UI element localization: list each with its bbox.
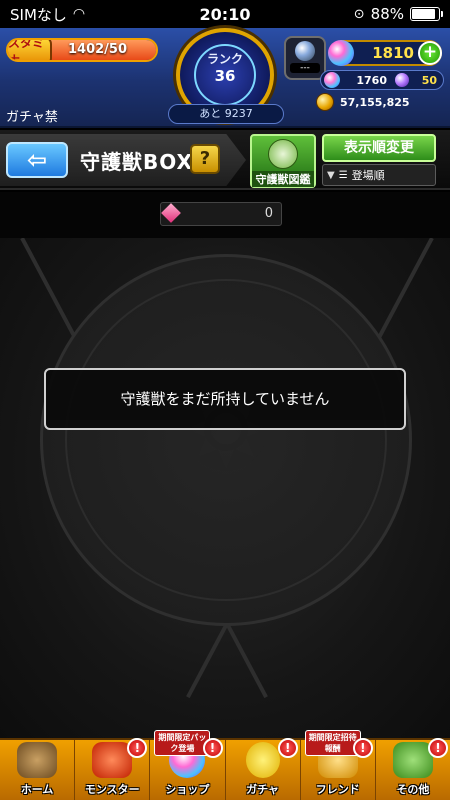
filter-icon: ▼ <box>327 169 335 181</box>
status-bar: SIMなし ◠ 20:10 ⊙ 88% <box>0 0 450 28</box>
item-slot-label: --- <box>290 63 320 73</box>
nav-friend-label: フレンド <box>315 783 360 796</box>
orb-detail: 1760 50 <box>320 70 444 90</box>
game-header: スタミナ 1402/50 ランク 36 あと 9237 --- 1810 + 1… <box>0 28 450 128</box>
gacha-icon <box>245 742 280 778</box>
counter-row: 0 <box>0 192 450 238</box>
sort-order-button[interactable]: 表示順変更 <box>322 134 436 162</box>
battery-icon <box>410 7 443 21</box>
sort-icon: ☰ <box>338 169 348 181</box>
guardian-book-button[interactable]: 守護獣図鑑 <box>250 134 316 188</box>
rotation-lock-icon: ⊙ <box>353 6 365 22</box>
question-icon <box>392 742 433 778</box>
stamina-bar[interactable]: スタミナ 1402/50 <box>6 38 158 62</box>
battery-percent: 88% <box>370 5 404 23</box>
nav-friend[interactable]: 期間限定招待報酬 ! フレンド <box>301 730 376 800</box>
nav-other[interactable]: ! その他 <box>376 738 450 800</box>
orb-free-value: 1760 <box>356 73 387 87</box>
nav-monster[interactable]: ! モンスター <box>75 738 151 800</box>
back-arrow-icon: ⇦ <box>26 146 48 174</box>
nav-home-label: ホーム <box>20 783 54 796</box>
sort-current: 登場順 <box>351 169 385 182</box>
sort-selector[interactable]: ▼ ☰ 登場順 <box>322 164 436 186</box>
stamina-label: スタミナ <box>8 40 52 60</box>
guardian-list-area: ❂ 守護獣をまだ所持していません <box>0 238 450 738</box>
stamina-value: 1402/50 <box>68 42 128 57</box>
nav-shop-label: ショップ <box>165 783 210 796</box>
gold-value: 57,155,825 <box>340 95 410 109</box>
orb-mini-icon <box>324 72 340 88</box>
pink-gem-icon <box>160 202 182 226</box>
nav-gacha[interactable]: ! ガチャ <box>226 738 301 800</box>
gacha-label: ガチャ禁 <box>6 110 58 125</box>
coin-icon <box>316 93 334 111</box>
empty-message: 守護獣をまだ所持していません <box>44 368 406 430</box>
bottom-nav: ホーム ! モンスター 期間限定パック登場 ! ショップ ! ガチャ 期間限定招… <box>0 730 450 800</box>
help-button[interactable]: ? <box>190 144 220 174</box>
notification-badge: ! <box>202 738 223 758</box>
carrier-info: SIMなし ◠ <box>10 4 85 25</box>
orb-counter: 1810 + <box>328 40 442 66</box>
guardian-book-label: 守護獣図鑑 <box>252 171 314 187</box>
notification-badge: ! <box>352 738 373 758</box>
nav-other-label: その他 <box>396 783 430 796</box>
page-title: 守護獣BOX <box>80 150 193 174</box>
orb-icon <box>328 40 354 66</box>
title-bar: ⇦ 守護獣BOX ? 守護獣図鑑 表示順変更 ▼ ☰ 登場順 <box>0 130 450 190</box>
nav-shop[interactable]: 期間限定パック登場 ! ショップ <box>150 730 226 800</box>
monster-icon <box>92 742 133 778</box>
nav-monster-label: モンスター <box>84 783 140 796</box>
add-orb-button[interactable]: + <box>418 41 442 65</box>
status-right: ⊙ 88% <box>353 5 443 23</box>
nav-home[interactable]: ホーム <box>0 740 76 800</box>
carrier-label: SIMなし <box>10 5 67 24</box>
wifi-icon: ◠ <box>72 6 86 22</box>
gem-icon <box>395 73 409 87</box>
nav-gacha-label: ガチャ <box>246 783 280 796</box>
notification-badge: ! <box>428 738 449 758</box>
background-emblem: ❂ <box>40 254 412 626</box>
exp-remaining: あと 9237 <box>168 104 284 124</box>
orb-total: 1810 <box>372 44 414 62</box>
promo-tag: 期間限定招待報酬 <box>304 730 361 756</box>
notification-badge: ! <box>277 738 298 758</box>
notification-badge: ! <box>127 738 148 758</box>
promo-tag: 期間限定パック登場 <box>154 730 211 756</box>
gem-value: 50 <box>421 73 437 87</box>
gold-counter: 57,155,825 <box>316 92 444 112</box>
rank-ring <box>194 44 256 106</box>
back-button[interactable]: ⇦ <box>6 142 68 178</box>
item-slot[interactable]: --- <box>284 36 326 80</box>
crystal-icon <box>295 41 315 61</box>
guardian-icon <box>268 139 298 169</box>
home-icon <box>17 742 58 778</box>
